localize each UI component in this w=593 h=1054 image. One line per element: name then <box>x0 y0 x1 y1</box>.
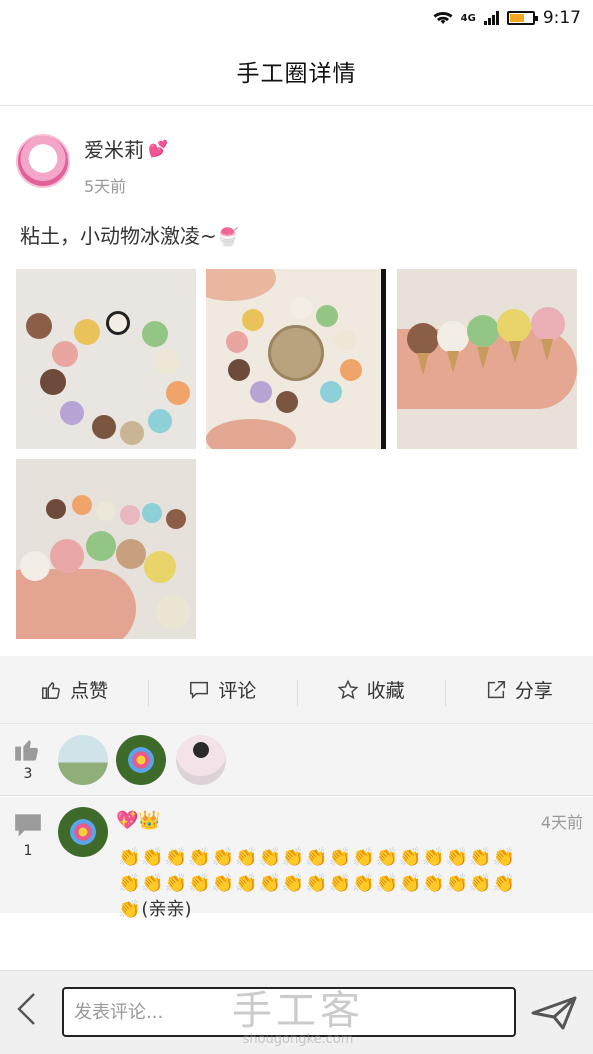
commenter-name[interactable]: 💖👑 <box>116 810 161 831</box>
network-label: 4G <box>460 12 476 24</box>
like-count: 3 <box>23 766 33 782</box>
author-block[interactable]: 爱米莉 💕 5天前 <box>16 134 168 197</box>
like-label: 点赞 <box>70 680 109 702</box>
post-text: 粘土，小动物冰激凌~🍧 <box>20 220 239 249</box>
thumbs-up-icon <box>42 681 60 699</box>
commenter-avatar[interactable] <box>58 807 108 857</box>
post-time: 5天前 <box>84 177 127 196</box>
comment-icon <box>190 681 209 699</box>
battery-icon <box>506 11 538 25</box>
liker-avatar-3[interactable] <box>176 735 226 785</box>
back-icon[interactable] <box>14 991 38 1036</box>
header: 手工圈详情 <box>0 36 593 106</box>
signal-icon <box>483 11 499 25</box>
comment-button[interactable]: 评论 <box>148 676 296 706</box>
post-image-4[interactable] <box>16 459 196 639</box>
wifi-icon <box>433 12 453 24</box>
comment-text: 👏👏👏👏👏👏👏👏👏👏👏👏👏👏👏👏👏👏👏👏👏👏👏👏👏👏👏👏👏👏👏👏👏👏👏(亲亲) <box>118 845 538 923</box>
comment-item: 1 💖👑 4天前 👏👏👏👏👏👏👏👏👏👏👏👏👏👏👏👏👏👏👏👏👏👏👏👏👏👏👏👏👏👏👏… <box>0 797 593 920</box>
action-bar: 点赞 评论 收藏 分享 <box>0 656 593 724</box>
liker-avatar-2[interactable] <box>116 735 166 785</box>
liker-avatar-1[interactable] <box>58 735 108 785</box>
comment-suffix: (亲亲) <box>141 899 192 920</box>
like-button[interactable]: 点赞 <box>0 676 148 703</box>
post-text-content: 粘土，小动物冰激凌~ <box>20 224 217 248</box>
comment-count: 1 <box>23 843 33 859</box>
share-icon <box>487 680 505 698</box>
comment-label: 评论 <box>218 680 257 702</box>
share-button[interactable]: 分享 <box>444 676 593 706</box>
status-bar: 4G 9:17 <box>0 0 593 36</box>
post-image-3[interactable] <box>397 269 577 449</box>
post-image-2[interactable] <box>206 269 386 449</box>
hearts-icon: 💕 <box>148 139 168 158</box>
bottom-bar <box>0 970 593 1054</box>
shaved-ice-icon: 🍧 <box>216 227 240 248</box>
comment-time: 4天前 <box>540 813 583 832</box>
clock: 9:17 <box>542 8 581 28</box>
favorite-button[interactable]: 收藏 <box>296 676 445 706</box>
send-icon[interactable] <box>530 995 578 1031</box>
like-count-icon <box>15 740 38 761</box>
post-image-1[interactable] <box>16 269 196 449</box>
comment-input[interactable] <box>62 987 516 1037</box>
share-label: 分享 <box>514 680 553 702</box>
favorite-label: 收藏 <box>366 680 405 702</box>
author-name[interactable]: 爱米莉 <box>84 134 144 163</box>
comment-count-icon <box>15 814 41 837</box>
likes-row: 3 <box>0 724 593 796</box>
star-icon <box>337 679 359 699</box>
avatar[interactable] <box>16 134 70 188</box>
page-title: 手工圈详情 <box>236 60 357 87</box>
